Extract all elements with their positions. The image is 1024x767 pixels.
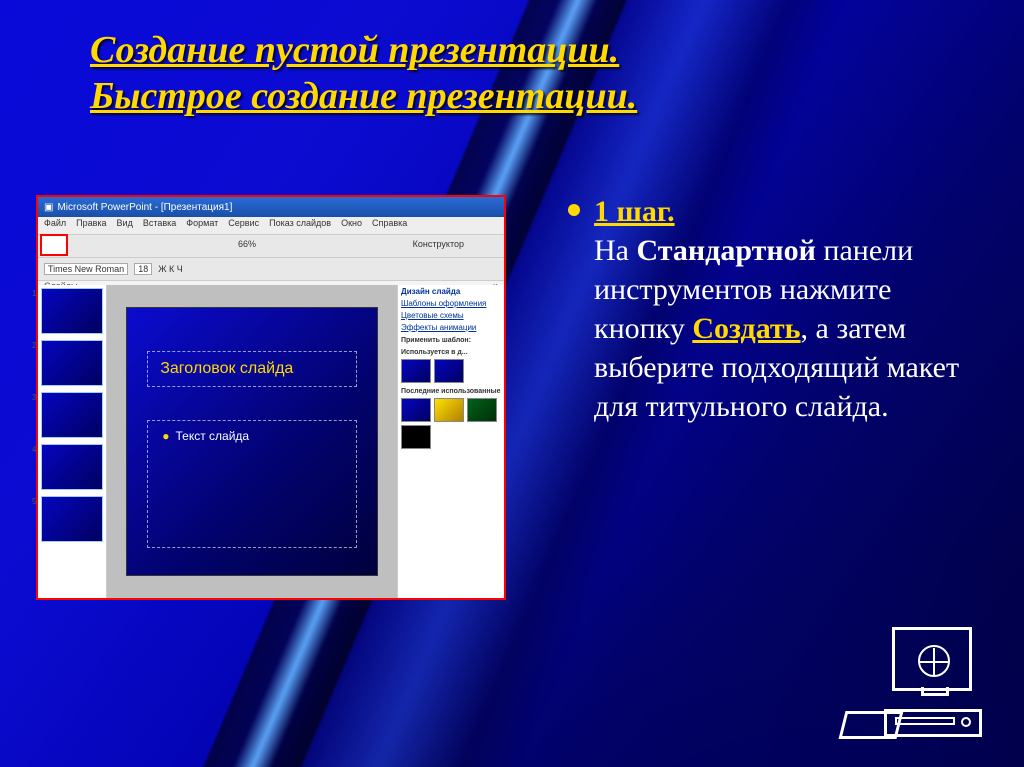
computer-icon [842,627,982,737]
slide-canvas-area: Заголовок слайда ● Текст слайда [107,285,397,598]
menu-item[interactable]: Файл [44,218,66,233]
title-line2: Быстрое создание презентации. [90,75,637,117]
font-style-flags[interactable]: Ж К Ч [158,264,183,274]
keyboard-icon [839,711,904,739]
thumb[interactable]: 4 [41,444,103,490]
template-thumb[interactable] [401,398,431,422]
taskpane-section: Используется в д... [401,349,501,356]
step-keyword-create: Создать [692,312,800,345]
pp-app-icon: ▣ [44,202,53,213]
current-slide[interactable]: Заголовок слайда ● Текст слайда [126,307,377,575]
thumb[interactable]: 3 [41,392,103,438]
taskpane-link[interactable]: Цветовые схемы [401,311,501,320]
taskpane-header: Дизайн слайда [401,287,501,296]
template-thumb[interactable] [401,359,431,383]
pp-formatting-toolbar: Times New Roman 18 Ж К Ч [38,258,504,281]
monitor-icon [892,627,972,691]
pp-menubar: Файл Правка Вид Вставка Формат Сервис По… [38,217,504,235]
pp-standard-toolbar: Конструктор 66% [38,235,504,258]
thumb[interactable]: 5 [41,496,103,542]
template-thumb[interactable] [434,398,464,422]
new-button-highlight[interactable] [40,234,68,256]
menu-item[interactable]: Окно [341,218,362,233]
step-heading-row: 1 шаг. [568,192,968,231]
menu-item[interactable]: Формат [186,218,218,233]
template-thumb[interactable] [401,425,431,449]
template-gallery [401,359,501,383]
template-gallery [401,398,501,449]
globe-icon [918,645,950,677]
pp-workarea: 1 2 3 4 5 Заголовок слайда ● Текст слайда… [38,285,504,598]
menu-item[interactable]: Сервис [228,218,259,233]
menu-item[interactable]: Вид [117,218,133,233]
template-thumb[interactable] [434,359,464,383]
taskpane-section: Применить шаблон: [401,337,501,344]
template-thumb[interactable] [467,398,497,422]
thumb[interactable]: 2 [41,340,103,386]
step-pre: На [594,234,636,267]
zoom-value[interactable]: 66% [238,239,256,249]
taskpane-link[interactable]: Эффекты анимации [401,323,501,332]
design-task-pane: Дизайн слайда Шаблоны оформления Цветовы… [397,285,504,598]
menu-item[interactable]: Вставка [143,218,176,233]
taskpane-section: Последние использованные [401,388,501,395]
pp-titlebar: ▣ Microsoft PowerPoint - [Презентация1] [38,197,504,217]
constructor-label[interactable]: Конструктор [413,239,464,249]
pp-window-title: Microsoft PowerPoint - [Презентация1] [57,202,232,213]
font-name[interactable]: Times New Roman [44,263,128,275]
text-placeholder-label: Текст слайда [175,429,249,443]
bullet-icon [568,204,580,216]
bullet-icon: ● [162,429,169,443]
slide-title: Создание пустой презентации. Быстрое соз… [90,28,844,119]
instruction-block: 1 шаг. На Стандартной панели инструменто… [568,192,968,426]
text-placeholder[interactable]: ● Текст слайда [147,420,357,548]
slide-thumbnails: 1 2 3 4 5 [38,285,107,598]
title-placeholder[interactable]: Заголовок слайда [147,351,357,387]
menu-item[interactable]: Справка [372,218,407,233]
step-keyword-standard: Стандартной [636,234,815,267]
taskpane-link[interactable]: Шаблоны оформления [401,299,501,308]
font-size[interactable]: 18 [134,263,152,275]
thumb[interactable]: 1 [41,288,103,334]
menu-item[interactable]: Показ слайдов [269,218,331,233]
step-label: 1 шаг. [594,192,675,231]
step-text: На Стандартной панели инструментов нажми… [594,231,968,426]
title-line1: Создание пустой презентации. [90,29,619,71]
powerpoint-screenshot: ▣ Microsoft PowerPoint - [Презентация1] … [36,195,506,600]
slide-root: Создание пустой презентации. Быстрое соз… [0,0,1024,767]
menu-item[interactable]: Правка [76,218,106,233]
